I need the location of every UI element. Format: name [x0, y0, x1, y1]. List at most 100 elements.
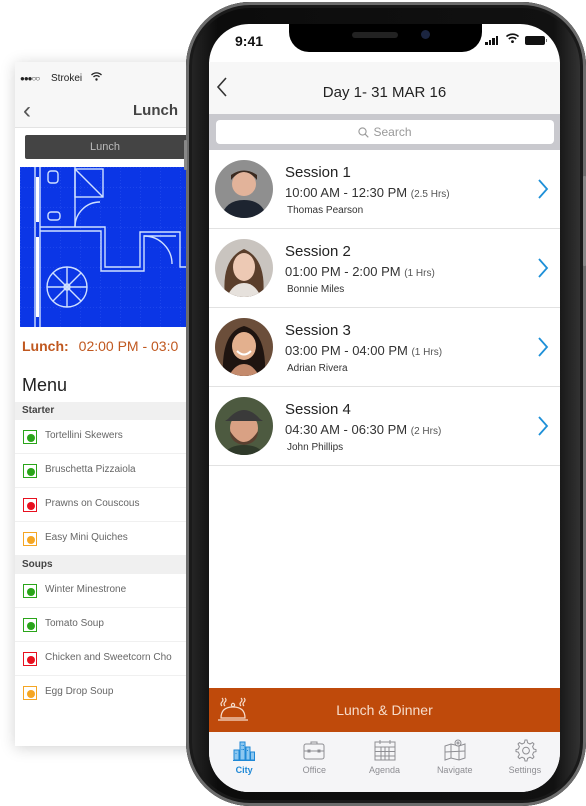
- session-duration: (1 Hrs): [411, 347, 443, 358]
- menu-item-name: Tortellini Skewers: [45, 430, 123, 441]
- city-icon: [233, 741, 256, 761]
- session-title: Session 4: [285, 401, 351, 418]
- session-time-range: 03:00 PM - 04:00 PM: [285, 343, 408, 358]
- session-row[interactable]: Session 4 04:30 AM - 06:30 PM (2 Hrs) Jo…: [209, 387, 560, 466]
- session-title: Session 1: [285, 164, 351, 181]
- search-input[interactable]: Search: [216, 120, 554, 144]
- search-icon: [358, 126, 370, 138]
- menu-item[interactable]: Easy Mini Quiches: [15, 522, 215, 556]
- session-row[interactable]: Session 3 03:00 PM - 04:00 PM (1 Hrs) Ad…: [209, 308, 560, 387]
- lunch-dinner-label: Lunch & Dinner: [336, 702, 433, 718]
- session-speaker: Thomas Pearson: [287, 205, 364, 216]
- menu-item[interactable]: Egg Drop Soup: [15, 676, 215, 710]
- wifi-icon: [505, 32, 520, 46]
- session-speaker: John Phillips: [287, 442, 344, 453]
- menu-item[interactable]: Bruschetta Pizzaiola: [15, 454, 215, 488]
- tab-label: Agenda: [368, 765, 401, 775]
- notch: [289, 24, 482, 52]
- session-time: 03:00 PM - 04:00 PM (1 Hrs): [285, 343, 442, 358]
- menu-section-starter: Starter: [15, 402, 215, 420]
- tab-bar: City Office Agenda Navigate Settings: [209, 732, 560, 792]
- chevron-right-icon[interactable]: [537, 257, 549, 283]
- back-chevron-icon[interactable]: ‹: [23, 97, 31, 125]
- menu-item-name: Bruschetta Pizzaiola: [45, 464, 136, 475]
- session-list: Session 1 10:00 AM - 12:30 PM (2.5 Hrs) …: [209, 150, 560, 466]
- lunch-label: Lunch:: [22, 338, 69, 354]
- session-speaker: Adrian Rivera: [287, 363, 348, 374]
- veg-indicator-icon: [23, 430, 37, 444]
- chevron-right-icon[interactable]: [537, 178, 549, 204]
- signal-dots: ●●●○○: [20, 74, 40, 83]
- lunch-time-line: Lunch: 02:00 PM - 03:0: [22, 338, 178, 354]
- tab-settings[interactable]: Settings: [490, 732, 560, 792]
- egg-indicator-icon: [23, 532, 37, 546]
- veg-indicator-icon: [23, 464, 37, 478]
- search-placeholder: Search: [373, 125, 412, 139]
- cloche-icon: [218, 697, 248, 721]
- egg-indicator-icon: [23, 686, 37, 700]
- search-bar-container: Search: [209, 114, 560, 150]
- status-time: 9:41: [235, 33, 264, 49]
- avatar: [215, 239, 273, 297]
- session-time-range: 04:30 AM - 06:30 PM: [285, 422, 408, 437]
- veg-indicator-icon: [23, 618, 37, 632]
- menu-item[interactable]: Tortellini Skewers: [15, 420, 215, 454]
- non-veg-indicator-icon: [23, 652, 37, 666]
- lunch-dinner-button[interactable]: Lunch & Dinner: [209, 688, 560, 732]
- session-duration: (2 Hrs): [410, 426, 442, 437]
- menu-item-name: Chicken and Sweetcorn Cho: [45, 652, 172, 663]
- tab-agenda[interactable]: Agenda: [349, 732, 419, 792]
- avatar: [215, 160, 273, 218]
- chevron-right-icon[interactable]: [537, 336, 549, 362]
- menu-item-name: Easy Mini Quiches: [45, 532, 128, 543]
- tab-office[interactable]: Office: [279, 732, 349, 792]
- menu-item[interactable]: Prawns on Couscous: [15, 488, 215, 522]
- session-row[interactable]: Session 1 10:00 AM - 12:30 PM (2.5 Hrs) …: [209, 150, 560, 229]
- gear-icon: [515, 739, 537, 762]
- tab-label: Navigate: [436, 765, 473, 775]
- veg-indicator-icon: [23, 584, 37, 598]
- wifi-icon: [91, 72, 102, 84]
- back-status-bar: ●●●○○ Strokei 1:4: [15, 62, 215, 96]
- session-speaker: Bonnie Miles: [287, 284, 345, 295]
- session-time: 10:00 AM - 12:30 PM (2.5 Hrs): [285, 185, 450, 200]
- volume-button: [184, 140, 187, 170]
- map-icon: [444, 739, 466, 761]
- menu-item[interactable]: Tomato Soup: [15, 608, 215, 642]
- session-time-range: 10:00 AM - 12:30 PM: [285, 185, 408, 200]
- menu-item-name: Winter Minestrone: [45, 584, 127, 595]
- chevron-right-icon[interactable]: [537, 415, 549, 441]
- carrier-name: Strokei: [51, 73, 83, 84]
- speaker-grille: [352, 32, 398, 38]
- tab-label: City: [235, 765, 253, 775]
- signal-icon: [485, 36, 498, 45]
- tab-navigate[interactable]: Navigate: [420, 732, 490, 792]
- session-duration: (1 Hrs): [404, 268, 435, 279]
- menu-section-soups: Soups: [15, 556, 215, 574]
- back-nav-bar: ‹ Lunch: [15, 96, 215, 128]
- session-time: 04:30 AM - 06:30 PM (2 Hrs): [285, 422, 441, 437]
- avatar: [215, 318, 273, 376]
- back-nav-title: Lunch: [133, 102, 178, 119]
- lunch-time: 02:00 PM - 03:0: [78, 338, 179, 354]
- tab-label: Office: [302, 765, 326, 775]
- session-row[interactable]: Session 2 01:00 PM - 2:00 PM (1 Hrs) Bon…: [209, 229, 560, 308]
- session-title: Session 3: [285, 322, 351, 339]
- menu-item-name: Prawns on Couscous: [45, 498, 140, 509]
- non-veg-indicator-icon: [23, 498, 37, 512]
- avatar: [215, 397, 273, 455]
- phone-screen: 9:41 Day 1- 31 MAR 16 Search Session 1 1…: [209, 24, 560, 792]
- battery-icon: [525, 36, 547, 45]
- page-title: Day 1- 31 MAR 16: [322, 84, 447, 101]
- tab-label: Settings: [508, 765, 542, 775]
- nav-bar: Day 1- 31 MAR 16: [209, 62, 560, 114]
- menu-heading: Menu: [22, 375, 68, 395]
- tab-city[interactable]: City: [209, 732, 279, 792]
- menu-item-name: Tomato Soup: [45, 618, 104, 629]
- front-camera: [421, 30, 430, 39]
- session-duration: (2.5 Hrs): [410, 189, 450, 200]
- menu-item[interactable]: Winter Minestrone: [15, 574, 215, 608]
- menu-item[interactable]: Chicken and Sweetcorn Cho: [15, 642, 215, 676]
- session-title: Session 2: [285, 243, 351, 260]
- calendar-icon: [374, 740, 395, 761]
